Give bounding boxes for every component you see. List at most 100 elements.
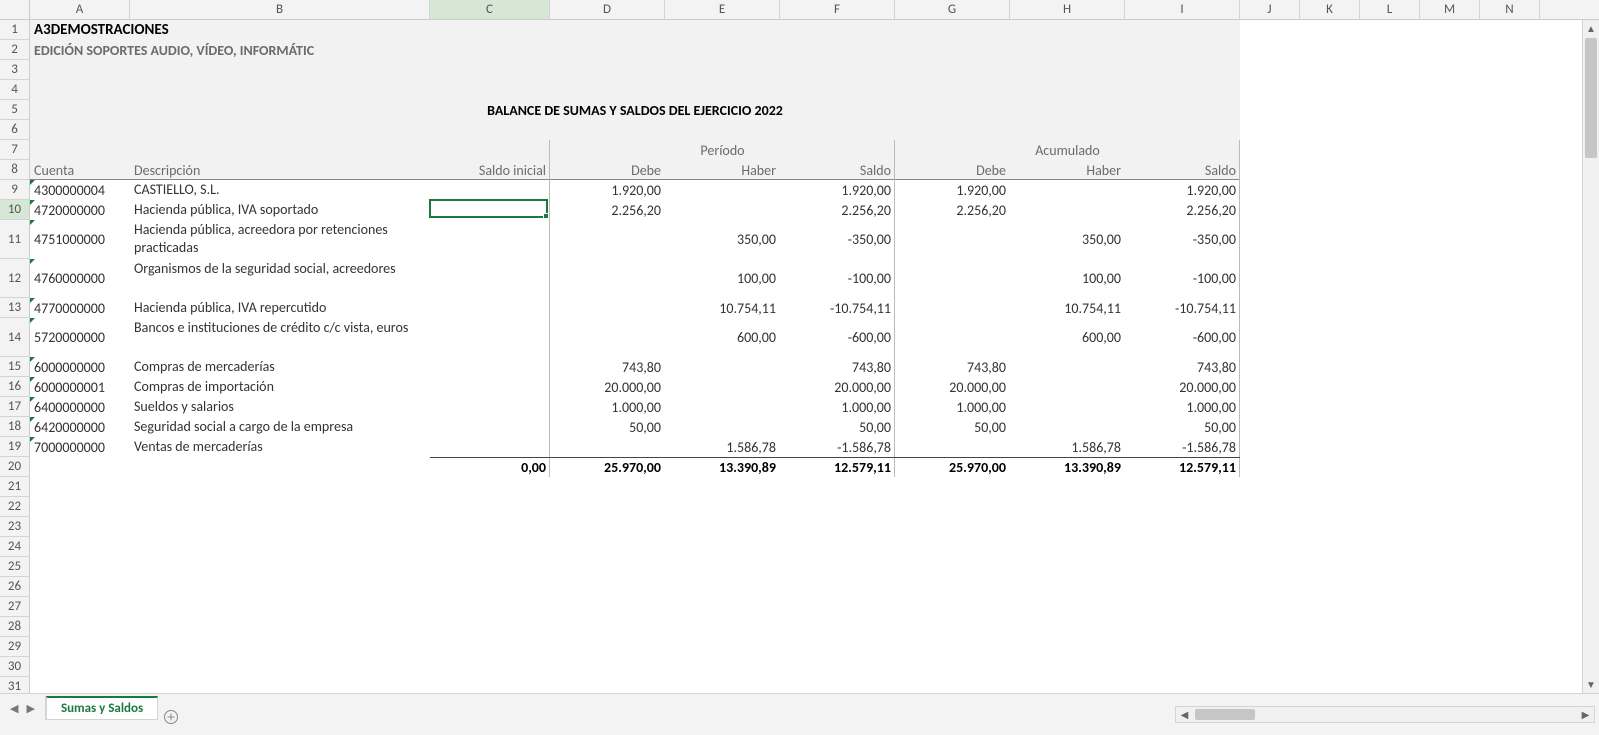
sheet-tab-active[interactable]: Sumas y Saldos: [46, 696, 158, 720]
cell-desc: CASTIELLO, S.L.: [130, 180, 430, 200]
row-header-24[interactable]: 24: [0, 537, 29, 557]
row-header-12[interactable]: 12: [0, 259, 29, 298]
row-header-14[interactable]: 14: [0, 318, 29, 357]
cell-ad: [895, 318, 1010, 357]
cell-as: -100,00: [1125, 259, 1240, 298]
tab-prev-icon[interactable]: ◀: [10, 702, 18, 715]
scroll-down-arrow[interactable]: ▼: [1583, 676, 1599, 693]
cell-ah: [1010, 180, 1125, 200]
cell-ps: -350,00: [780, 220, 895, 259]
row-header-10[interactable]: 10: [0, 200, 29, 220]
cell-ah: [1010, 357, 1125, 377]
cell-as: 50,00: [1125, 417, 1240, 437]
cell-grid[interactable]: A3DEMOSTRACIONESEDICIÓN SOPORTES AUDIO, …: [30, 20, 1599, 693]
row-header-11[interactable]: 11: [0, 220, 29, 259]
total-ps: 12.579,11: [780, 457, 895, 477]
hdr-descripcion: Descripción: [130, 160, 430, 180]
scroll-up-arrow[interactable]: ▲: [1583, 20, 1599, 37]
cell-desc: Sueldos y salarios: [130, 397, 430, 417]
cell-ph: [665, 377, 780, 397]
company-subtitle: EDICIÓN SOPORTES AUDIO, VÍDEO, INFORMÁTI…: [30, 40, 895, 60]
row-headers: 1234567891011121314151617181920212223242…: [0, 20, 30, 693]
col-header-M[interactable]: M: [1420, 0, 1480, 19]
row-header-1[interactable]: 1: [0, 20, 29, 40]
scroll-right-arrow[interactable]: ▶: [1577, 708, 1594, 721]
col-header-G[interactable]: G: [895, 0, 1010, 19]
select-all-corner[interactable]: [0, 0, 30, 20]
row-header-20[interactable]: 20: [0, 457, 29, 477]
col-header-L[interactable]: L: [1360, 0, 1420, 19]
col-header-K[interactable]: K: [1300, 0, 1360, 19]
cell-ah: [1010, 397, 1125, 417]
row-header-18[interactable]: 18: [0, 417, 29, 437]
cell-ah: 350,00: [1010, 220, 1125, 259]
cell-pd: 2.256,20: [550, 200, 665, 220]
cell-desc: Hacienda pública, IVA repercutido: [130, 298, 430, 318]
total-si: 0,00: [430, 457, 550, 477]
cell-ps: 743,80: [780, 357, 895, 377]
col-header-I[interactable]: I: [1125, 0, 1240, 19]
row-header-27[interactable]: 27: [0, 597, 29, 617]
cell-as: -350,00: [1125, 220, 1240, 259]
row-header-8[interactable]: 8: [0, 160, 29, 180]
row-header-26[interactable]: 26: [0, 577, 29, 597]
row-header-13[interactable]: 13: [0, 298, 29, 318]
col-header-J[interactable]: J: [1240, 0, 1300, 19]
row-header-25[interactable]: 25: [0, 557, 29, 577]
horizontal-scrollbar[interactable]: ◀ ▶: [1175, 706, 1595, 723]
row-header-4[interactable]: 4: [0, 80, 29, 100]
col-header-E[interactable]: E: [665, 0, 780, 19]
vertical-scrollbar[interactable]: ▲ ▼: [1582, 20, 1599, 693]
cell-desc: Bancos e instituciones de crédito c/c vi…: [130, 318, 430, 357]
cell-ph: [665, 200, 780, 220]
row-header-30[interactable]: 30: [0, 657, 29, 677]
cell-cuenta: 6000000001: [30, 377, 130, 397]
col-header-B[interactable]: B: [130, 0, 430, 19]
cell-ps: -100,00: [780, 259, 895, 298]
sheet-tab-label: Sumas y Saldos: [61, 701, 143, 716]
sheet-tabs-bar: ◀ ▶ Sumas y Saldos ◀ ▶: [0, 693, 1599, 735]
vertical-scroll-thumb[interactable]: [1585, 38, 1597, 158]
cell-ph: 100,00: [665, 259, 780, 298]
col-header-D[interactable]: D: [550, 0, 665, 19]
row-header-28[interactable]: 28: [0, 617, 29, 637]
row-header-6[interactable]: 6: [0, 120, 29, 140]
row-header-7[interactable]: 7: [0, 140, 29, 160]
row-header-15[interactable]: 15: [0, 357, 29, 377]
row-header-23[interactable]: 23: [0, 517, 29, 537]
new-sheet-button[interactable]: [158, 698, 184, 735]
cell-cuenta: 4720000000: [30, 200, 130, 220]
col-header-A[interactable]: A: [30, 0, 130, 19]
hdr-periodo-debe: Debe: [550, 160, 665, 180]
cell-ph: [665, 180, 780, 200]
column-headers: ABCDEFGHIJKLMN: [30, 0, 1599, 20]
row-header-22[interactable]: 22: [0, 497, 29, 517]
row-header-5[interactable]: 5: [0, 100, 29, 120]
row-header-19[interactable]: 19: [0, 437, 29, 457]
cell-ad: [895, 259, 1010, 298]
row-header-29[interactable]: 29: [0, 637, 29, 657]
tab-next-icon[interactable]: ▶: [26, 702, 34, 715]
row-header-31[interactable]: 31: [0, 677, 29, 693]
col-header-F[interactable]: F: [780, 0, 895, 19]
cell-ps: 20.000,00: [780, 377, 895, 397]
col-header-N[interactable]: N: [1480, 0, 1540, 19]
row-header-16[interactable]: 16: [0, 377, 29, 397]
row-header-2[interactable]: 2: [0, 40, 29, 60]
tab-nav-buttons[interactable]: ◀ ▶: [0, 696, 46, 720]
scroll-left-arrow[interactable]: ◀: [1176, 708, 1193, 721]
cell-ad: 50,00: [895, 417, 1010, 437]
horizontal-scroll-thumb[interactable]: [1195, 709, 1255, 720]
row-header-9[interactable]: 9: [0, 180, 29, 200]
spreadsheet-area: ABCDEFGHIJKLMN 1234567891011121314151617…: [0, 0, 1599, 693]
cell-desc: Ventas de mercaderías: [130, 437, 430, 457]
row-header-3[interactable]: 3: [0, 60, 29, 80]
col-header-C[interactable]: C: [430, 0, 550, 19]
cell-as: -600,00: [1125, 318, 1240, 357]
row-header-17[interactable]: 17: [0, 397, 29, 417]
cell-cuenta: 4760000000: [30, 259, 130, 298]
col-header-H[interactable]: H: [1010, 0, 1125, 19]
cell-desc: Organismos de la seguridad social, acree…: [130, 259, 430, 298]
hdr-saldo-inicial: Saldo inicial: [430, 160, 550, 180]
row-header-21[interactable]: 21: [0, 477, 29, 497]
